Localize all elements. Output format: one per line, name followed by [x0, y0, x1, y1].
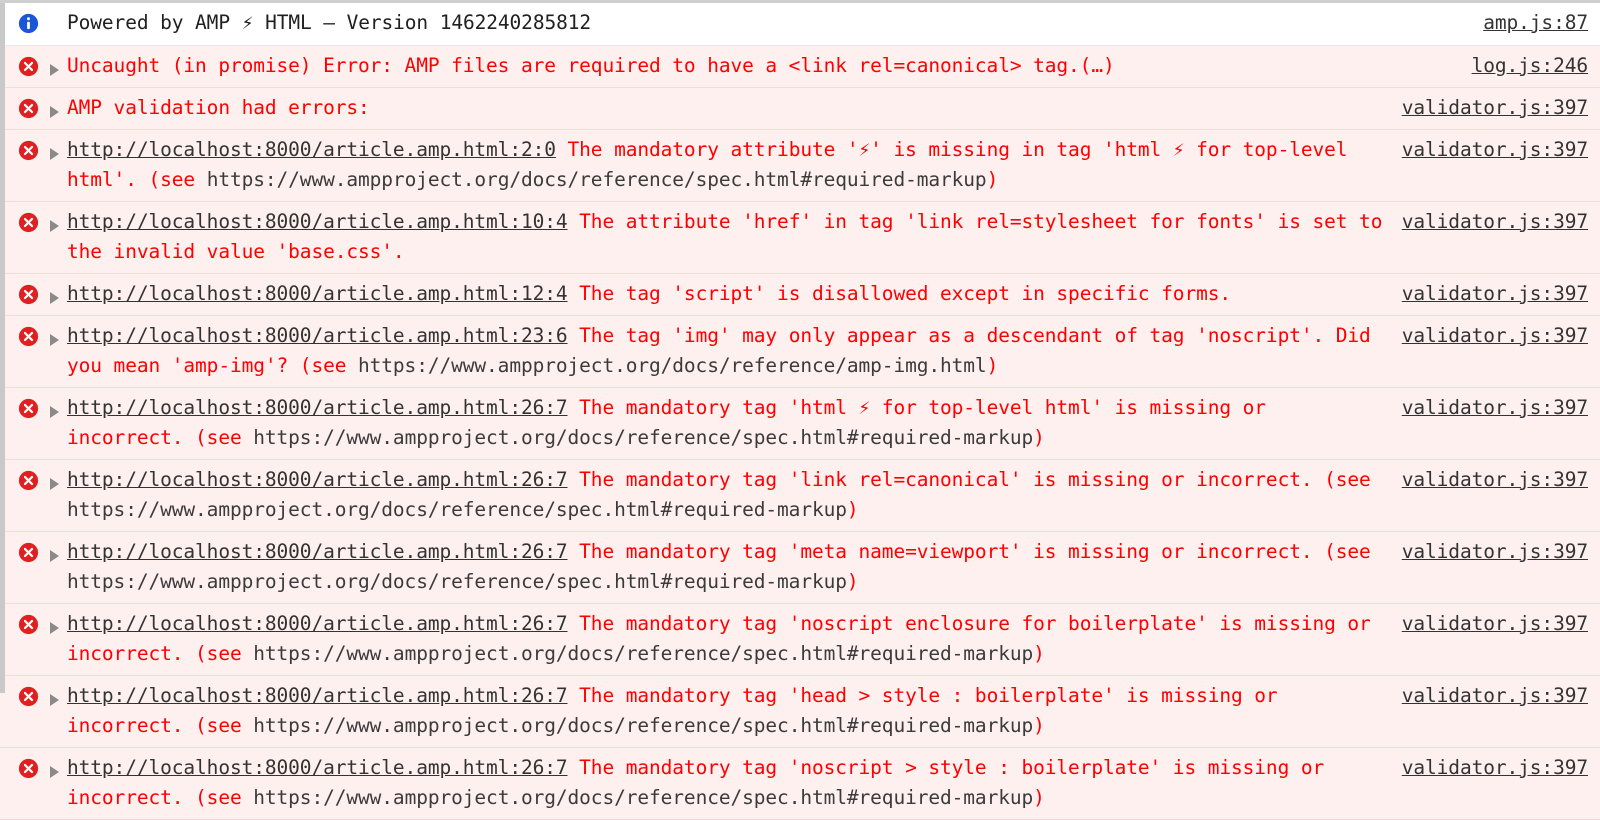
error-circle-icon: [18, 212, 39, 233]
console-message-text: http://localhost:8000/article.amp.html:2…: [67, 393, 1402, 453]
source-location-link[interactable]: http://localhost:8000/article.amp.html:2…: [67, 468, 568, 491]
error-circle-icon: [18, 284, 39, 305]
message-text-segment: HTML — Version 1462240285812: [253, 11, 592, 34]
disclosure-triangle-icon[interactable]: [50, 64, 59, 76]
message-source-link[interactable]: validator.js:397: [1402, 393, 1592, 423]
spec-url-text: https://www.ampproject.org/docs/referenc…: [67, 498, 847, 521]
message-text-segment: ): [986, 354, 999, 377]
message-text-segment: ): [1033, 714, 1045, 737]
message-text-segment: ): [1033, 786, 1045, 809]
spec-url-text: https://www.ampproject.org/docs/referenc…: [253, 714, 1034, 737]
message-text-segment: ): [846, 498, 859, 521]
source-location-link[interactable]: http://localhost:8000/article.amp.html:2…: [67, 540, 568, 563]
error-circle-icon: [18, 326, 39, 347]
disclosure-triangle-icon[interactable]: [50, 406, 59, 418]
message-text-segment: Powered by AMP: [67, 11, 242, 34]
disclosure-triangle-icon[interactable]: [50, 334, 59, 346]
source-location-link[interactable]: http://localhost:8000/article.amp.html:2…: [67, 324, 568, 347]
console-message-text: http://localhost:8000/article.amp.html:2…: [67, 681, 1402, 741]
console-message-row[interactable]: AMP validation had errors: validator.js:3…: [0, 88, 1600, 130]
lightning-bolt-icon: ⚡: [241, 14, 254, 34]
console-message-row[interactable]: http://localhost:8000/article.amp.html:2…: [0, 130, 1600, 202]
source-location-link[interactable]: http://localhost:8000/article.amp.html:1…: [67, 282, 568, 305]
message-source-link[interactable]: validator.js:397: [1402, 279, 1592, 309]
source-location-link[interactable]: http://localhost:8000/article.amp.html:1…: [67, 210, 568, 233]
console-message-text: http://localhost:8000/article.amp.html:2…: [67, 609, 1402, 669]
console-message-row[interactable]: http://localhost:8000/article.amp.html:2…: [0, 748, 1600, 820]
error-circle-icon: [18, 98, 39, 119]
message-source-link[interactable]: log.js:246: [1472, 51, 1592, 81]
spec-url-text: https://www.ampproject.org/docs/referenc…: [253, 426, 1034, 449]
console-message-row[interactable]: http://localhost:8000/article.amp.html:2…: [0, 676, 1600, 748]
spec-url-text: https://www.ampproject.org/docs/referenc…: [206, 168, 987, 191]
error-circle-icon: [18, 614, 39, 635]
message-source-link[interactable]: validator.js:397: [1402, 135, 1592, 165]
spec-url-text: https://www.ampproject.org/docs/referenc…: [358, 354, 987, 377]
devtools-console-panel[interactable]: Powered by AMP ⚡ HTML — Version 14622402…: [0, 0, 1600, 820]
console-message-text: http://localhost:8000/article.amp.html:1…: [67, 279, 1402, 309]
disclosure-triangle-icon[interactable]: [50, 694, 59, 706]
spec-url-text: https://www.ampproject.org/docs/referenc…: [253, 786, 1034, 809]
info-circle-icon: [18, 13, 39, 34]
disclosure-triangle-icon[interactable]: [50, 220, 59, 232]
console-message-text: Powered by AMP ⚡ HTML — Version 14622402…: [67, 8, 1483, 39]
console-message-text: http://localhost:8000/article.amp.html:2…: [67, 135, 1402, 195]
source-location-link[interactable]: http://localhost:8000/article.amp.html:2…: [67, 684, 568, 707]
message-text-segment: The mandatory tag 'meta name=viewport' i…: [567, 540, 1371, 563]
console-message-text: http://localhost:8000/article.amp.html:2…: [67, 465, 1402, 525]
source-location-link[interactable]: http://localhost:8000/article.amp.html:2…: [67, 756, 568, 779]
disclosure-triangle-icon[interactable]: [50, 622, 59, 634]
source-location-link[interactable]: http://localhost:8000/article.amp.html:2…: [67, 138, 556, 161]
console-message-row[interactable]: http://localhost:8000/article.amp.html:2…: [0, 532, 1600, 604]
console-message-row[interactable]: http://localhost:8000/article.amp.html:1…: [0, 202, 1600, 274]
console-message-text: Uncaught (in promise) Error: AMP files a…: [67, 51, 1472, 81]
message-text-segment: ): [986, 168, 999, 191]
message-text-segment: ): [846, 570, 859, 593]
message-text-segment: AMP validation had errors:: [67, 96, 370, 119]
message-source-link[interactable]: validator.js:397: [1402, 321, 1592, 351]
message-source-link[interactable]: validator.js:397: [1402, 207, 1592, 237]
error-circle-icon: [18, 542, 39, 563]
error-circle-icon: [18, 686, 39, 707]
disclosure-triangle-icon[interactable]: [50, 148, 59, 160]
disclosure-triangle-icon[interactable]: [50, 478, 59, 490]
console-message-text: http://localhost:8000/article.amp.html:2…: [67, 321, 1402, 381]
console-message-text: http://localhost:8000/article.amp.html:1…: [67, 207, 1402, 267]
message-source-link[interactable]: validator.js:397: [1402, 537, 1592, 567]
message-text-segment: Uncaught (in promise) Error: AMP files a…: [67, 54, 1115, 77]
message-source-link[interactable]: validator.js:397: [1402, 681, 1592, 711]
error-circle-icon: [18, 470, 39, 491]
spec-url-text: https://www.ampproject.org/docs/referenc…: [67, 570, 847, 593]
message-text-segment: The mandatory tag 'link rel=canonical' i…: [567, 468, 1371, 491]
disclosure-triangle-icon[interactable]: [50, 550, 59, 562]
message-text-segment: ): [1033, 426, 1045, 449]
console-message-text: http://localhost:8000/article.amp.html:2…: [67, 537, 1402, 597]
message-source-link[interactable]: validator.js:397: [1402, 93, 1592, 123]
source-location-link[interactable]: http://localhost:8000/article.amp.html:2…: [67, 396, 568, 419]
source-location-link[interactable]: http://localhost:8000/article.amp.html:2…: [67, 612, 568, 635]
message-source-link[interactable]: amp.js:87: [1483, 8, 1592, 38]
message-text-segment: The tag 'script' is disallowed except in…: [567, 282, 1232, 305]
console-message-row[interactable]: http://localhost:8000/article.amp.html:2…: [0, 604, 1600, 676]
console-message-row[interactable]: Powered by AMP ⚡ HTML — Version 14622402…: [0, 3, 1600, 46]
console-message-row[interactable]: http://localhost:8000/article.amp.html:1…: [0, 274, 1600, 316]
error-circle-icon: [18, 398, 39, 419]
console-message-text: AMP validation had errors:: [67, 93, 1402, 123]
disclosure-triangle-icon[interactable]: [50, 106, 59, 118]
console-message-row[interactable]: http://localhost:8000/article.amp.html:2…: [0, 388, 1600, 460]
disclosure-triangle-icon[interactable]: [50, 766, 59, 778]
console-message-row[interactable]: http://localhost:8000/article.amp.html:2…: [0, 460, 1600, 532]
message-source-link[interactable]: validator.js:397: [1402, 465, 1592, 495]
message-text-segment: ): [1033, 642, 1045, 665]
spec-url-text: https://www.ampproject.org/docs/referenc…: [253, 642, 1034, 665]
error-circle-icon: [18, 140, 39, 161]
error-circle-icon: [18, 56, 39, 77]
message-source-link[interactable]: validator.js:397: [1402, 753, 1592, 783]
console-message-row[interactable]: Uncaught (in promise) Error: AMP files a…: [0, 46, 1600, 88]
console-message-text: http://localhost:8000/article.amp.html:2…: [67, 753, 1402, 813]
error-circle-icon: [18, 758, 39, 779]
message-source-link[interactable]: validator.js:397: [1402, 609, 1592, 639]
console-message-row[interactable]: http://localhost:8000/article.amp.html:2…: [0, 316, 1600, 388]
disclosure-triangle-icon[interactable]: [50, 292, 59, 304]
